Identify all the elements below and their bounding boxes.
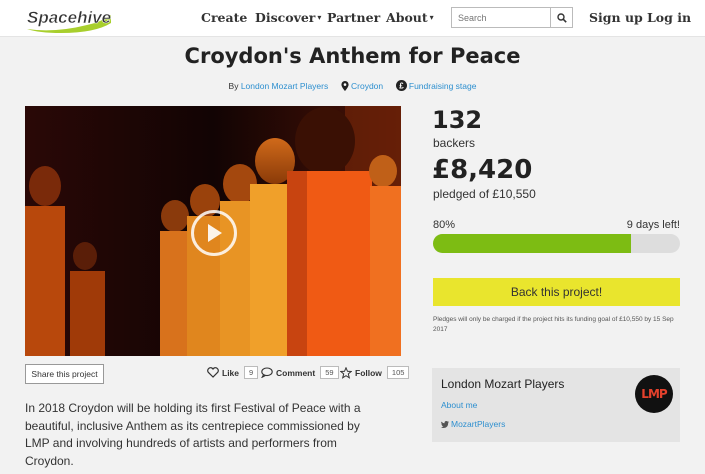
days-left: 9 days left!	[626, 219, 680, 231]
backers-label: backers	[433, 136, 476, 150]
pledge-fine-print: Pledges will only be charged if the proj…	[433, 316, 674, 333]
pledged-label: pledged of £10,550	[433, 187, 536, 201]
share-button[interactable]: Share this project	[25, 364, 104, 384]
location-link[interactable]: Croydon	[351, 81, 383, 91]
pledged-amount: £8,420	[432, 155, 533, 185]
project-title: Croydon's Anthem for Peace	[184, 44, 521, 68]
comment-label: Comment	[276, 367, 316, 378]
funding-progress-bar	[433, 234, 680, 253]
funding-progress-fill	[433, 234, 631, 253]
search-button[interactable]	[550, 8, 572, 27]
nav-about[interactable]: About ▾	[386, 10, 434, 25]
nav-create[interactable]: Create	[201, 10, 247, 25]
organisation-logo-text: LMP	[641, 387, 667, 401]
nav-partner[interactable]: Partner	[327, 10, 380, 25]
organisation-logo[interactable]: LMP	[635, 375, 673, 413]
project-description: In 2018 Croydon will be holding its firs…	[25, 401, 361, 468]
by-prefix: By	[228, 81, 239, 91]
twitter-handle: MozartPlayers	[451, 419, 506, 429]
twitter-link[interactable]: MozartPlayers	[441, 419, 505, 429]
caret-down-icon: ▾	[429, 12, 434, 22]
back-project-button[interactable]: Back this project!	[433, 278, 680, 306]
logo-text: Spacehive	[27, 8, 111, 27]
pound-stage-icon: £	[395, 80, 407, 91]
like-button[interactable]: Like 9	[207, 366, 259, 379]
backers-count: 132	[432, 106, 483, 134]
location-pin-icon	[341, 81, 349, 91]
comment-count: 59	[320, 366, 339, 379]
owner-link[interactable]: London Mozart Players	[241, 81, 328, 91]
search-icon	[556, 12, 567, 23]
follow-button[interactable]: Follow 105	[340, 366, 410, 379]
caret-down-icon: ▾	[317, 12, 322, 22]
star-icon	[340, 366, 352, 379]
organisation-card: London Mozart Players About me MozartPla…	[432, 368, 680, 442]
comment-icon	[261, 367, 273, 378]
svg-text:£: £	[399, 82, 404, 91]
stage-link[interactable]: Fundraising stage	[409, 81, 477, 91]
search-input[interactable]	[452, 8, 550, 27]
signup-link[interactable]: Sign up	[589, 10, 643, 25]
project-meta: By London Mozart Players Croydon £ Fundra…	[0, 80, 705, 91]
like-count: 9	[244, 366, 259, 379]
top-nav-bar: Spacehive Create Discover ▾ Partner About…	[0, 0, 705, 37]
project-video[interactable]	[25, 106, 401, 356]
follow-label: Follow	[355, 367, 382, 378]
like-label: Like	[222, 367, 240, 378]
play-icon	[208, 224, 222, 242]
organisation-name: London Mozart Players	[441, 377, 565, 391]
nav-discover[interactable]: Discover ▾	[255, 10, 321, 25]
play-button[interactable]	[191, 210, 237, 256]
heart-icon	[207, 367, 219, 378]
twitter-icon	[441, 421, 449, 428]
progress-percent: 80%	[433, 219, 456, 231]
about-me-link[interactable]: About me	[441, 400, 477, 410]
comment-button[interactable]: Comment 59	[261, 366, 339, 379]
spacehive-logo[interactable]: Spacehive	[25, 3, 113, 33]
search-box	[451, 7, 573, 28]
login-link[interactable]: Log in	[647, 10, 691, 25]
follow-count: 105	[386, 366, 410, 379]
